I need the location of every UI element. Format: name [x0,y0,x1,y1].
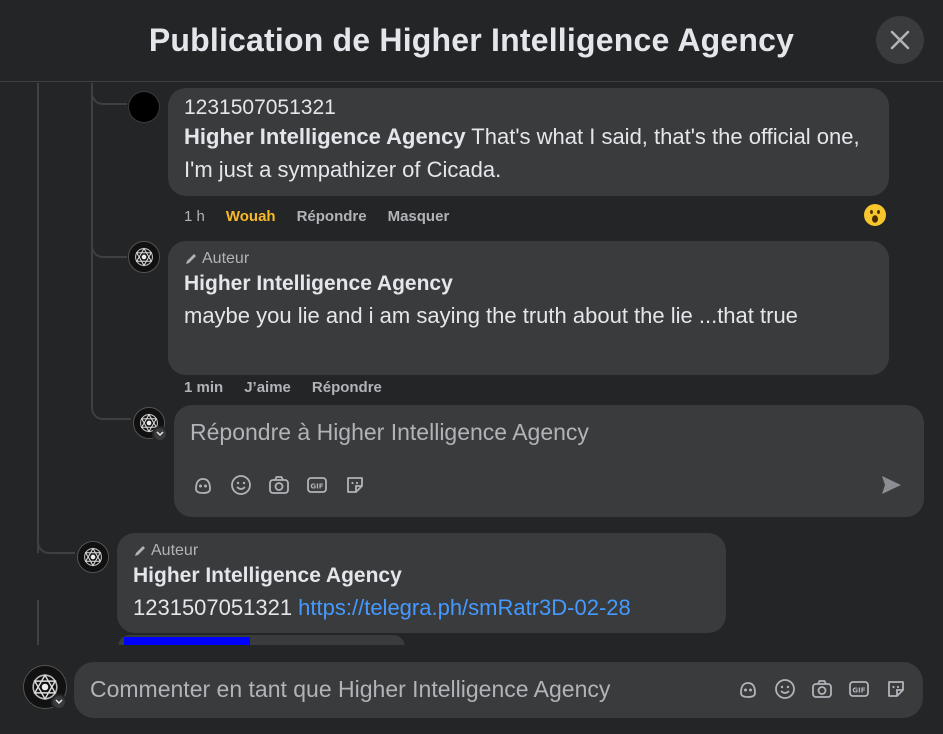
pencil-icon [186,254,196,264]
comment-bubble: Auteur Higher Intelligence Agency maybe … [168,241,889,375]
gif-icon: GIF [307,477,327,493]
reply-input[interactable]: Répondre à Higher Intelligence Agency GI… [174,405,924,517]
profile-switch-chevron[interactable] [152,426,168,442]
page-title: Publication de Higher Intelligence Agenc… [148,22,795,58]
comment-author[interactable]: 1231507051321 [184,96,873,120]
send-icon [882,476,901,494]
camera-icon [812,680,832,698]
gif-icon: GIF [849,681,869,697]
author-badge-label: Auteur [202,250,250,267]
send-button[interactable] [878,472,904,498]
comment-bubble: Auteur Higher Intelligence Agency 123150… [117,533,726,633]
comment-placeholder: Commenter en tant que Higher Intelligenc… [90,676,611,702]
comment-actions: 1 h Wouah Répondre Masquer [184,208,449,225]
emoji-icon [231,475,251,495]
thread-line-outer-bottom [37,600,39,645]
comment-text: Higher Intelligence Agency That's what I… [184,120,873,186]
reaction-button[interactable]: Wouah [226,208,276,225]
profile-switch-chevron[interactable] [51,694,67,710]
logo-avatar-icon [129,242,159,272]
sticker-button[interactable] [885,678,907,700]
comment-body: maybe you lie and i am saying the truth … [184,303,798,328]
chevron-down-icon [55,699,63,705]
photo-button[interactable] [811,678,833,700]
comment-mention[interactable]: Higher Intelligence Agency [184,124,466,149]
camera-icon [269,476,289,494]
reply-placeholder: Répondre à Higher Intelligence Agency [190,419,589,445]
emoji-button[interactable] [774,678,796,700]
pencil-icon [135,546,145,556]
comment-author[interactable]: Higher Intelligence Agency [133,561,710,591]
thread-elbow [91,83,127,105]
comment-link[interactable]: https://telegra.ph/smRatr3D-02-28 [298,595,631,620]
sticker-icon [347,477,363,493]
comment-footer: Commenter en tant que Higher Intelligenc… [0,645,943,734]
emoji-button[interactable] [230,474,252,496]
svg-text:GIF: GIF [310,483,323,491]
comment-author[interactable]: Higher Intelligence Agency [184,269,873,299]
svg-text:GIF: GIF [852,687,865,695]
avatar-icon [195,478,211,494]
sticker-icon [888,681,904,697]
gif-button[interactable]: GIF [306,474,328,496]
avatar[interactable] [77,541,109,573]
comment-bubble: 1231507051321 Higher Intelligence Agency… [168,88,889,196]
avatar[interactable] [128,241,160,273]
author-badge: Auteur [184,249,873,269]
comment-time[interactable]: 1 min [184,379,223,396]
logo-avatar-icon [78,542,108,572]
sticker-button[interactable] [344,474,366,496]
reply-toolbar: GIF [192,474,366,496]
avatar[interactable] [128,91,160,123]
comment-text: 1231507051321 https://telegra.ph/smRatr3… [133,591,710,624]
gif-button[interactable]: GIF [848,678,870,700]
wow-emoji-icon [864,204,886,226]
reply-button[interactable]: Répondre [312,379,382,396]
author-badge-label: Auteur [151,542,199,559]
photo-button[interactable] [268,474,290,496]
close-button[interactable] [876,16,924,64]
like-button[interactable]: J’aime [244,379,291,396]
dialog-header: Publication de Higher Intelligence Agenc… [0,0,943,82]
thread-elbow [91,398,131,420]
thread-elbow [37,530,75,554]
comment-body: 1231507051321 [133,595,299,620]
comment-actions: 1 min J’aime Répondre [184,379,382,396]
close-icon [890,30,910,50]
reaction-count[interactable] [862,202,888,228]
thread-elbow [91,236,127,258]
comment-time[interactable]: 1 h [184,208,205,225]
hide-button[interactable]: Masquer [388,208,450,225]
comment-toolbar: GIF [737,678,907,700]
reply-button[interactable]: Répondre [297,208,367,225]
chevron-down-icon [156,431,164,437]
avatar-sticker-button[interactable] [192,474,214,496]
emoji-icon [775,679,795,699]
avatar-sticker-button[interactable] [737,678,759,700]
thread-line-outer [37,83,39,553]
avatar-icon [740,682,756,698]
comment-input[interactable]: Commenter en tant que Higher Intelligenc… [74,662,923,718]
author-badge: Auteur [133,541,710,561]
